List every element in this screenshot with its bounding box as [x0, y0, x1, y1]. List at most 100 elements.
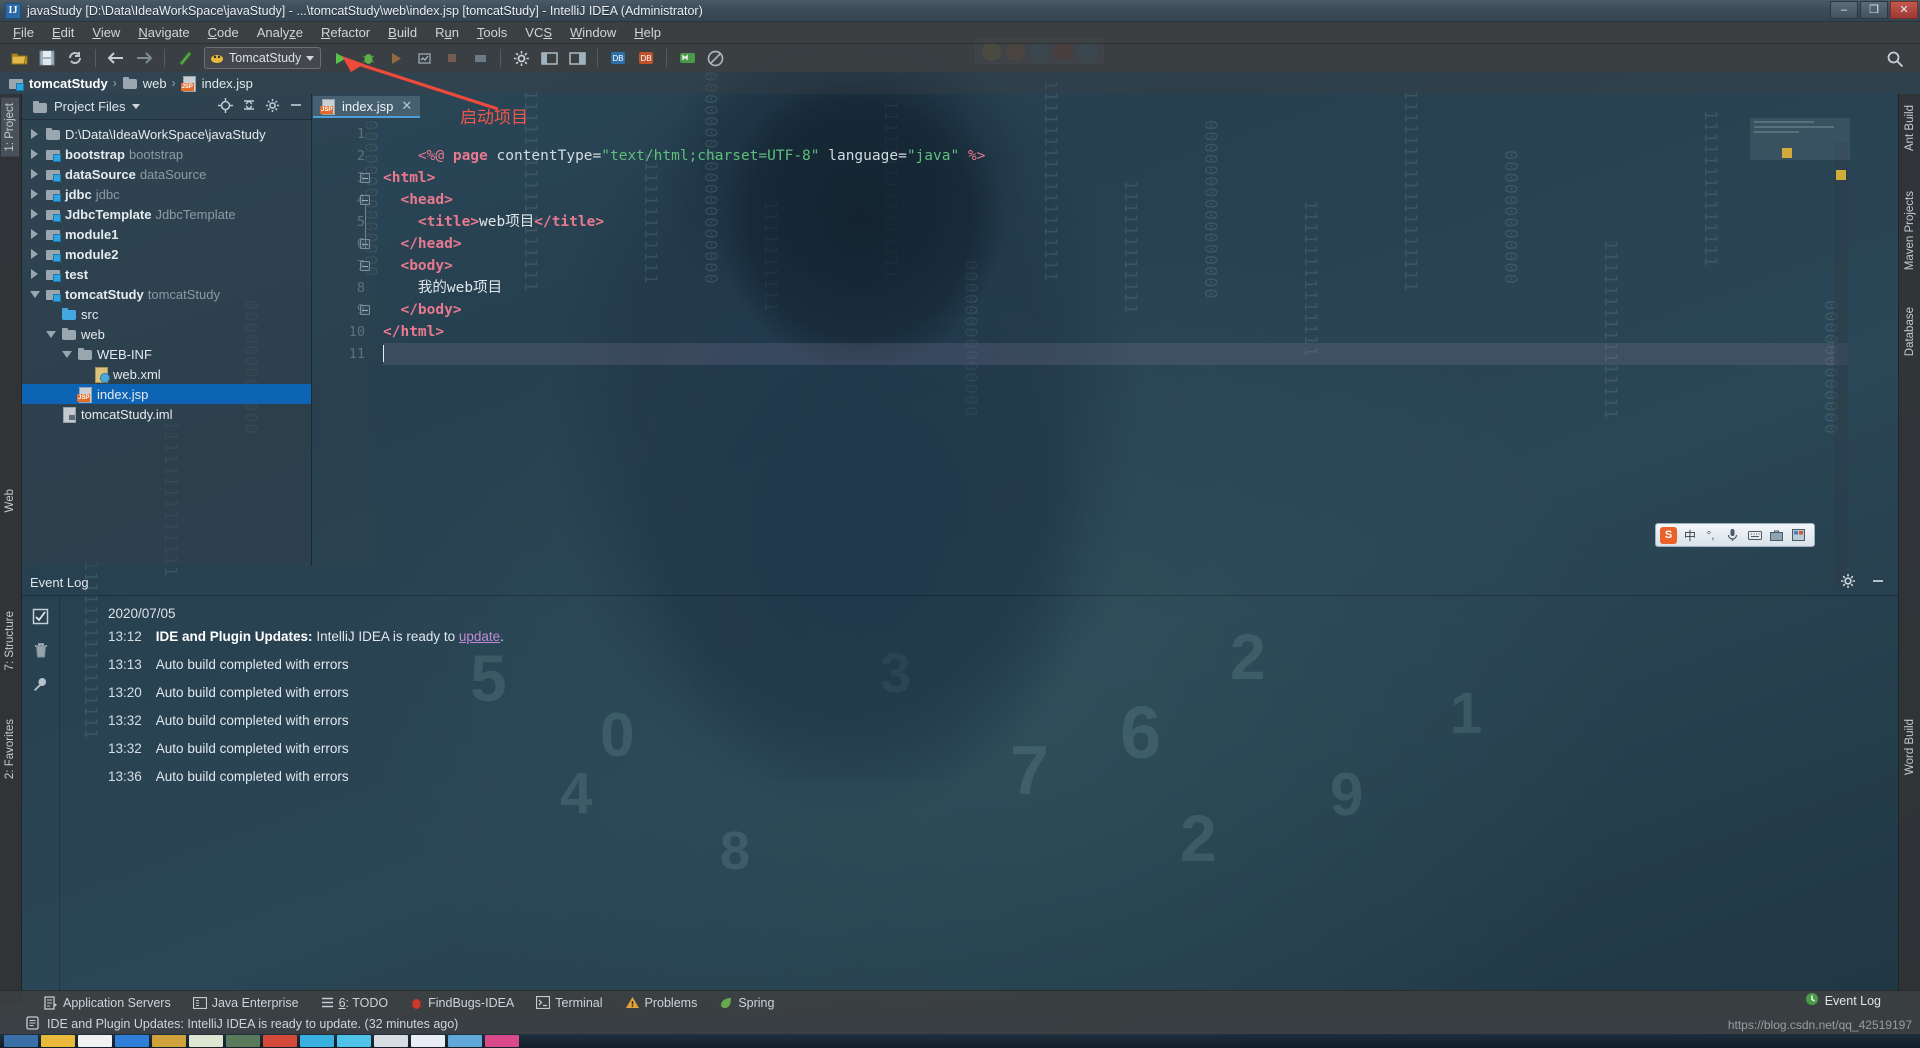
- taskbar-item-app-11[interactable]: [411, 1035, 445, 1047]
- sidebar-item-web[interactable]: Web: [1, 484, 19, 517]
- breadcrumb-item-index-jsp[interactable]: index.jsp: [180, 75, 257, 92]
- skin-icon[interactable]: [1791, 528, 1806, 543]
- taskbar-item-app-5[interactable]: [189, 1035, 223, 1047]
- bottom-tab-findbugs-idea[interactable]: FindBugs-IDEA: [400, 994, 524, 1012]
- chevron-down-icon[interactable]: [131, 104, 140, 109]
- code-line[interactable]: [383, 123, 1848, 145]
- tree-node-src[interactable]: src: [22, 304, 311, 324]
- code-line[interactable]: </body>: [383, 299, 1848, 321]
- database-icon[interactable]: DB: [605, 46, 631, 70]
- tree-node-test[interactable]: test: [22, 264, 311, 284]
- tree-node-d-data-ideaworkspace-javastudy[interactable]: D:\Data\IdeaWorkSpace\javaStudy: [22, 124, 311, 144]
- tree-node-tomcatstudy[interactable]: tomcatStudy tomcatStudy: [22, 284, 311, 304]
- database-sync-icon[interactable]: DB: [633, 46, 659, 70]
- compile-icon[interactable]: [172, 46, 198, 70]
- event-log-entry[interactable]: 13:12 IDE and Plugin Updates: IntelliJ ID…: [70, 623, 1898, 651]
- menu-item-help[interactable]: Help: [625, 23, 670, 42]
- forward-arrow-icon[interactable]: [131, 46, 157, 70]
- tree-node-module2[interactable]: module2: [22, 244, 311, 264]
- breadcrumb-item-tomcatstudy[interactable]: tomcatStudy: [8, 75, 112, 91]
- run-icon[interactable]: [327, 46, 353, 70]
- close-button[interactable]: ✕: [1890, 1, 1918, 19]
- code-line[interactable]: [383, 343, 1848, 365]
- microphone-icon[interactable]: [1725, 528, 1740, 543]
- bottom-tab-java-enterprise[interactable]: Java Enterprise: [183, 994, 309, 1012]
- editor-tab-index-jsp[interactable]: index.jsp ✕: [313, 96, 421, 118]
- error-stripe-marker-bar[interactable]: [1834, 142, 1848, 590]
- code-line[interactable]: <body>: [383, 255, 1848, 277]
- breadcrumb-item-web[interactable]: web: [122, 75, 171, 91]
- bottom-tab-6-todo[interactable]: 6: TODO: [311, 994, 399, 1012]
- tree-node-bootstrap[interactable]: bootstrap bootstrap: [22, 144, 311, 164]
- taskbar-item-app-4[interactable]: [152, 1035, 186, 1047]
- code-editor[interactable]: 1234567891011 <%@ page contentType="text…: [313, 118, 1848, 590]
- maximize-button[interactable]: ❐: [1860, 1, 1888, 19]
- sidebar-item-project[interactable]: 1: Project: [1, 98, 19, 157]
- code-fold-toggle[interactable]: [360, 305, 370, 315]
- sidebar-item-maven-projects[interactable]: Maven Projects: [1901, 186, 1919, 275]
- code-line[interactable]: <title>web项目</title>: [383, 211, 1848, 233]
- bottom-tab-terminal[interactable]: Terminal: [526, 994, 612, 1012]
- menu-item-window[interactable]: Window: [561, 23, 625, 42]
- keyboard-icon[interactable]: [1747, 528, 1762, 543]
- tree-node-web-xml[interactable]: web.xml: [22, 364, 311, 384]
- expand-arrow-icon[interactable]: [28, 149, 41, 159]
- expand-arrow-icon[interactable]: [28, 129, 41, 139]
- menu-item-file[interactable]: File: [4, 23, 43, 42]
- profile-icon[interactable]: [411, 46, 437, 70]
- collapse-all-icon[interactable]: [242, 98, 256, 115]
- code-line[interactable]: <html>: [383, 167, 1848, 189]
- expand-arrow-icon[interactable]: [28, 169, 41, 179]
- event-log-list[interactable]: 2020/07/05 13:12 IDE and Plugin Updates: I…: [60, 596, 1898, 1004]
- configure-notifications-icon[interactable]: [32, 676, 49, 696]
- collapse-arrow-icon[interactable]: [44, 330, 57, 338]
- code-fold-toggle[interactable]: [360, 195, 370, 205]
- tree-node-module1[interactable]: module1: [22, 224, 311, 244]
- expand-arrow-icon[interactable]: [28, 249, 41, 259]
- tree-node-jdbc[interactable]: jdbc jdbc: [22, 184, 311, 204]
- expand-arrow-icon[interactable]: [28, 269, 41, 279]
- menu-item-tools[interactable]: Tools: [468, 23, 516, 42]
- close-icon[interactable]: ✕: [401, 98, 412, 114]
- debug-icon[interactable]: [355, 46, 381, 70]
- bottom-tab-problems[interactable]: Problems: [615, 994, 708, 1012]
- back-arrow-icon[interactable]: [103, 46, 129, 70]
- code-fold-toggle[interactable]: [360, 173, 370, 183]
- event-log-entry[interactable]: 13:32 Auto build completed with errors: [70, 735, 1898, 763]
- event-log-entry[interactable]: 13:36 Auto build completed with errors: [70, 763, 1898, 791]
- stop-icon[interactable]: [439, 46, 465, 70]
- clear-all-icon[interactable]: [33, 642, 49, 662]
- event-log-entry[interactable]: 13:20 Auto build completed with errors: [70, 679, 1898, 707]
- event-log-entry[interactable]: 13:32 Auto build completed with errors: [70, 707, 1898, 735]
- no-entry-icon[interactable]: [702, 46, 728, 70]
- sync-icon[interactable]: [62, 46, 88, 70]
- code-fold-toggle[interactable]: [360, 261, 370, 271]
- taskbar-item-start-orb[interactable]: [4, 1035, 38, 1047]
- sidebar-item-database[interactable]: Database: [1901, 302, 1919, 361]
- menu-item-code[interactable]: Code: [199, 23, 248, 42]
- menu-item-edit[interactable]: Edit: [43, 23, 83, 42]
- open-folder-icon[interactable]: [6, 46, 32, 70]
- menu-item-build[interactable]: Build: [379, 23, 426, 42]
- locate-icon[interactable]: [218, 97, 233, 116]
- taskbar-item-app-8[interactable]: [300, 1035, 334, 1047]
- taskbar-item-app-6[interactable]: [226, 1035, 260, 1047]
- chevron-down-icon[interactable]: [306, 55, 315, 61]
- expand-arrow-icon[interactable]: [28, 189, 41, 199]
- bottom-tab-application-servers[interactable]: Application Servers: [34, 994, 181, 1012]
- toolbox-icon[interactable]: [1769, 528, 1784, 543]
- event-log-update-link[interactable]: update: [459, 629, 500, 644]
- tree-node-web[interactable]: web: [22, 324, 311, 344]
- taskbar-item-app-10[interactable]: [374, 1035, 408, 1047]
- ime-mode-label[interactable]: 中: [1684, 527, 1696, 544]
- taskbar-item-app-3[interactable]: [115, 1035, 149, 1047]
- tree-node-web-inf[interactable]: WEB-INF: [22, 344, 311, 364]
- taskbar-item-app-9[interactable]: [337, 1035, 371, 1047]
- collapse-arrow-icon[interactable]: [60, 350, 73, 358]
- taskbar-item-app-12[interactable]: [448, 1035, 482, 1047]
- tree-node-index-jsp[interactable]: index.jsp: [22, 384, 311, 404]
- collapse-arrow-icon[interactable]: [28, 290, 41, 298]
- menu-item-navigate[interactable]: Navigate: [129, 23, 198, 42]
- minimize-button[interactable]: –: [1830, 1, 1858, 19]
- ime-floating-toolbar[interactable]: S 中 °,: [1655, 523, 1816, 547]
